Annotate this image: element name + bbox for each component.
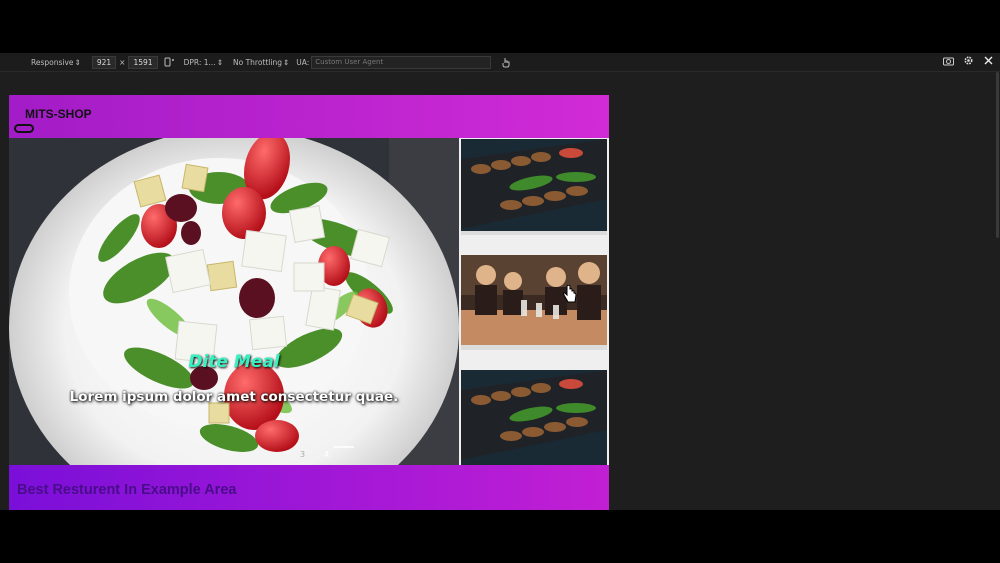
device-mode-label: Responsive (31, 57, 74, 67)
width-input[interactable]: 921 (91, 55, 117, 69)
diners-image (461, 255, 607, 350)
navbar: MITS-SHOP (9, 95, 609, 138)
dpr-label: DPR: 1... (183, 57, 216, 67)
letterbox-bottom (0, 510, 1000, 563)
user-agent-input[interactable]: Custom User Agent (311, 55, 492, 69)
hero-carousel[interactable]: Dite Meal Lorem ipsum dolor amet consect… (9, 138, 459, 465)
gear-icon[interactable] (963, 55, 974, 66)
skewers-image (461, 370, 607, 465)
food-card-3[interactable] (461, 370, 607, 465)
section-heading: Best Resturent In Example Area (17, 482, 237, 498)
device-mode-select[interactable]: Responsive ⇕ (28, 57, 84, 68)
height-input[interactable]: 1591 (128, 55, 158, 69)
dpr-select[interactable]: DPR: 1... ⇕ (181, 57, 226, 68)
throttling-select[interactable]: No Throttling ⇕ (230, 57, 292, 68)
website-page: MITS-SHOP Dite Meal Lorem ipsum dolor am… (9, 95, 609, 510)
salad-plate-image (9, 138, 459, 465)
carousel-indicator-4[interactable]: 4. (324, 450, 332, 459)
slide-caption: Lorem ipsum dolor amet consectetur quae. (69, 389, 399, 405)
close-icon[interactable] (983, 55, 994, 66)
carousel-indicator-3[interactable]: 3 (300, 450, 305, 459)
food-card-2[interactable] (461, 255, 607, 350)
carousel-indicator-active[interactable] (334, 446, 354, 448)
ua-label: UA: (296, 57, 310, 67)
chevron-updown-icon: ⇕ (216, 57, 223, 67)
devtools-scrollbar[interactable] (996, 72, 999, 238)
rotate-device-icon[interactable] (164, 57, 175, 67)
screenshot-icon[interactable] (943, 55, 954, 66)
throttling-label: No Throttling (232, 57, 282, 67)
touch-icon[interactable] (501, 57, 511, 68)
skewers-image (461, 139, 607, 235)
devtools-toolbar: Responsive ⇕ 921 × 1591 DPR: 1... ⇕ No T… (0, 53, 1000, 72)
navbar-toggler-button[interactable] (14, 124, 34, 133)
brand-logo[interactable]: MITS-SHOP (25, 107, 92, 121)
chevron-updown-icon: ⇕ (74, 57, 81, 67)
section-heading-bar: Best Resturent In Example Area (9, 465, 609, 510)
slide-title: Dite Meal (188, 352, 280, 372)
hand-cursor-icon (562, 284, 578, 309)
chevron-updown-icon: ⇕ (282, 57, 290, 67)
food-card-1[interactable] (461, 139, 607, 235)
letterbox-top (0, 0, 1000, 53)
times-separator: × (119, 57, 126, 67)
